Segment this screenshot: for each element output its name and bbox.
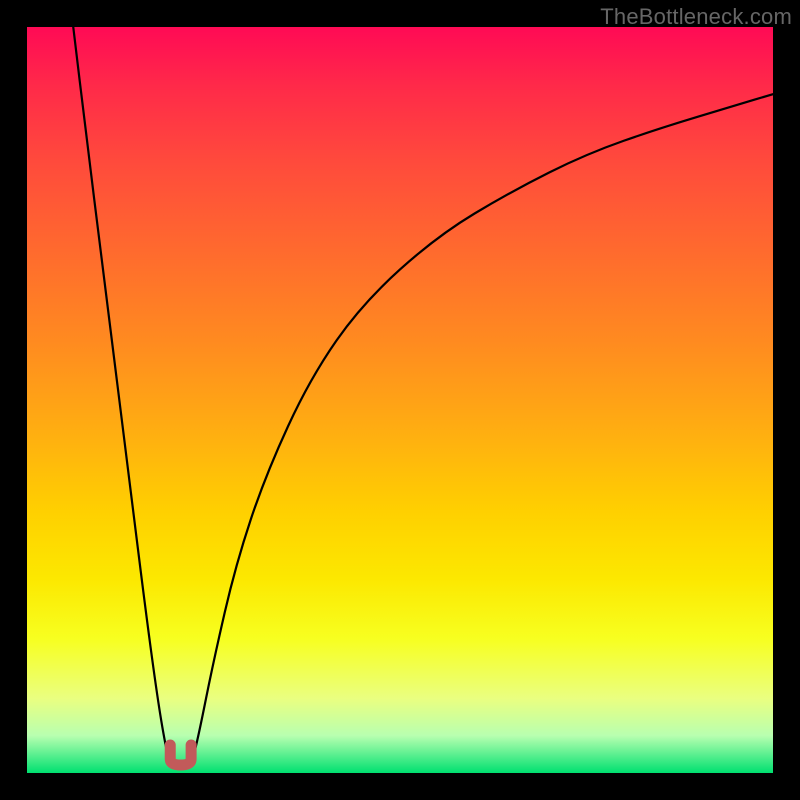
curve-right-branch (191, 94, 773, 765)
curve-layer (27, 27, 773, 773)
curve-left-branch (73, 27, 170, 766)
watermark-text: TheBottleneck.com (600, 4, 792, 30)
outer-frame: TheBottleneck.com (0, 0, 800, 800)
balance-marker (170, 745, 191, 765)
